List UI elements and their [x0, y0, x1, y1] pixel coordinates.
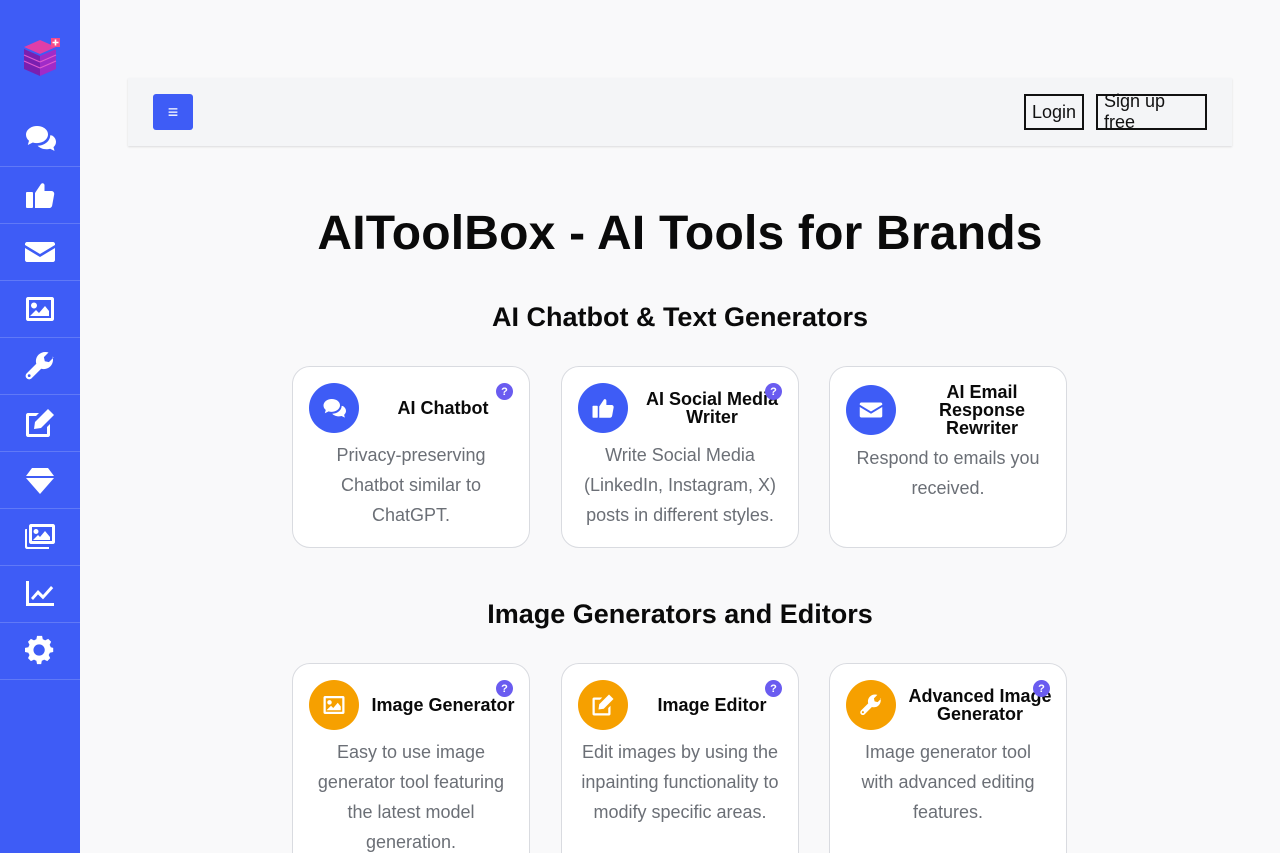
tool-card-advanced-image-generator[interactable]: Advanced Image Generator ? Image generat… — [829, 663, 1067, 853]
card-title: Advanced Image Generator — [908, 686, 1052, 724]
card-title: AI Social Media Writer — [645, 389, 779, 427]
card-title: Image Generator — [371, 695, 515, 715]
help-icon[interactable]: ? — [765, 383, 782, 400]
menu-button[interactable]: ≡ — [153, 94, 193, 130]
card-description: Privacy-preserving Chatbot similar to Ch… — [336, 445, 486, 525]
help-icon[interactable]: ? — [496, 680, 513, 697]
help-icon[interactable]: ? — [765, 680, 782, 697]
signup-button[interactable]: Sign up free — [1096, 91, 1207, 132]
thumbs-up-icon — [578, 383, 628, 433]
chart-line-icon — [24, 578, 56, 610]
envelope-icon — [846, 385, 896, 435]
gem-icon — [24, 464, 56, 496]
thumbs-up-icon — [24, 179, 56, 211]
sidebar — [0, 0, 80, 853]
help-icon[interactable]: ? — [496, 383, 513, 400]
tool-card-image-generator[interactable]: Image Generator ? Easy to use image gene… — [292, 663, 530, 853]
comments-icon — [309, 383, 359, 433]
card-description: Image generator tool with advanced editi… — [861, 742, 1035, 822]
sidebar-item-settings[interactable] — [0, 623, 80, 680]
card-description: Easy to use image generator tool featuri… — [317, 742, 505, 852]
sidebar-item-premium[interactable] — [0, 452, 80, 509]
edit-icon — [578, 680, 628, 730]
section-title-image-generators: Image Generators and Editors — [487, 599, 873, 629]
gear-icon — [24, 635, 56, 667]
sidebar-item-edit[interactable] — [0, 395, 80, 452]
login-button[interactable]: Login — [1024, 94, 1084, 130]
image-icon — [309, 680, 359, 730]
sidebar-item-image[interactable] — [0, 281, 80, 338]
images-icon — [24, 521, 56, 553]
card-description: Respond to emails you received. — [856, 448, 1040, 498]
section-title-text-generators: AI Chatbot & Text Generators — [491, 302, 869, 332]
comments-icon — [24, 122, 56, 154]
tool-card-image-editor[interactable]: Image Editor ? Edit images by using the … — [561, 663, 799, 853]
card-title: AI Email Response Rewriter — [938, 382, 1026, 438]
wrench-icon — [24, 350, 56, 382]
image-icon — [24, 293, 56, 325]
wrench-icon — [846, 680, 896, 730]
card-title: Image Editor — [657, 695, 767, 715]
top-bar: ≡ Login Sign up free — [128, 78, 1232, 146]
help-icon[interactable]: ? — [1033, 680, 1050, 697]
page-title: AIToolBox - AI Tools for Brands — [317, 207, 1043, 260]
tool-card-ai-email-response-rewriter[interactable]: AI Email Response Rewriter Respond to em… — [829, 366, 1067, 548]
envelope-icon — [24, 236, 56, 268]
sidebar-item-email[interactable] — [0, 224, 80, 281]
edit-icon — [24, 407, 56, 439]
card-description: Edit images by using the inpainting func… — [581, 742, 779, 822]
sidebar-item-social[interactable] — [0, 167, 80, 224]
sidebar-item-tools[interactable] — [0, 338, 80, 395]
tool-card-ai-social-media-writer[interactable]: AI Social Media Writer ? Write Social Me… — [561, 366, 799, 548]
sidebar-item-analytics[interactable] — [0, 566, 80, 623]
tool-card-ai-chatbot[interactable]: AI Chatbot ? Privacy-preserving Chatbot … — [292, 366, 530, 548]
sidebar-item-gallery[interactable] — [0, 509, 80, 566]
card-title: AI Chatbot — [397, 398, 489, 418]
cube-stack-logo-icon[interactable] — [20, 36, 62, 78]
sidebar-item-chat[interactable] — [0, 110, 80, 167]
card-description: Write Social Media (LinkedIn, Instagram,… — [583, 445, 777, 525]
